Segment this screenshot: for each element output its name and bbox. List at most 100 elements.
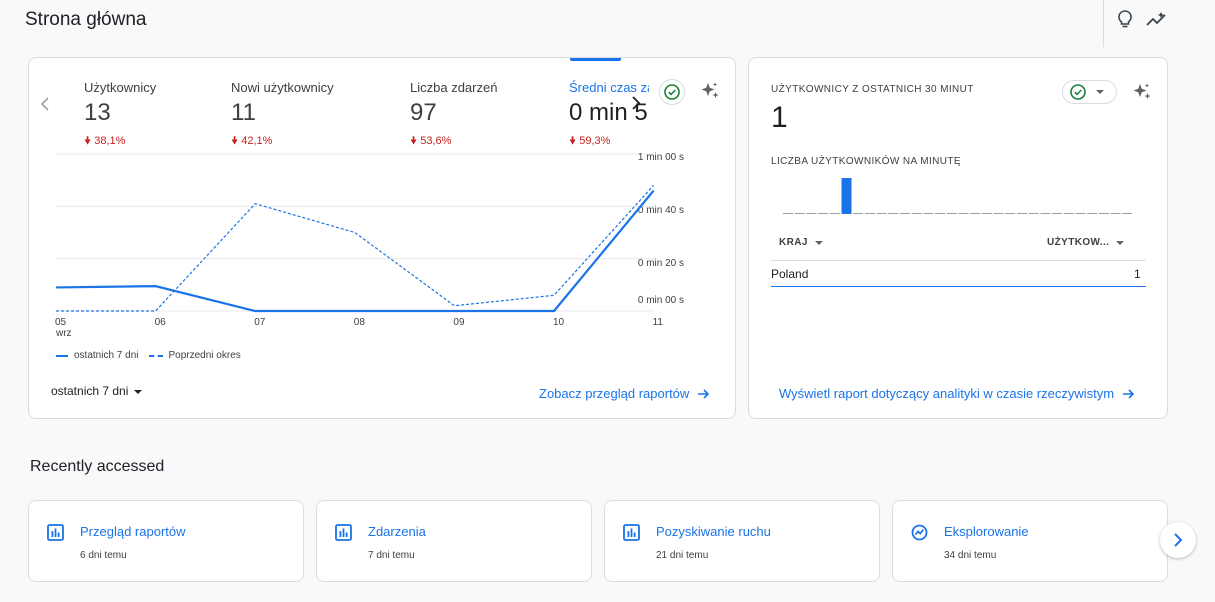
minute-bar [1028, 213, 1039, 214]
recent-item-title: Pozyskiwanie ruchu [656, 524, 771, 539]
realtime-title: UŻYTKOWNICY Z OSTATNICH 30 MINUT [771, 84, 974, 95]
current-period-line [55, 189, 655, 313]
x-tick-sublabel: wrz [55, 328, 72, 339]
trending-sparkle-icon[interactable] [1146, 8, 1168, 30]
minute-bar [911, 213, 922, 214]
minute-bar [1075, 213, 1086, 214]
sparkle-ai-icon[interactable] [1131, 81, 1153, 103]
minute-bar [1005, 213, 1016, 214]
report-chart-icon [47, 524, 64, 541]
country-column-header[interactable]: KRAJ [779, 237, 823, 248]
chevron-right-icon [1174, 533, 1183, 547]
minute-bar [1110, 213, 1121, 214]
view-reports-overview-link[interactable]: Zobacz przegląd raportów [539, 386, 710, 401]
arrow-right-icon [1123, 388, 1135, 399]
table-row-country: Poland [771, 267, 809, 281]
minute-bar [946, 213, 957, 214]
minute-bar [981, 213, 992, 214]
users-per-minute-bar-chart [783, 178, 1133, 214]
recent-item-time: 7 dni temu [368, 550, 415, 561]
users-column-label: UŻYTKOW... [1047, 237, 1110, 248]
caret-down-icon [1096, 90, 1104, 94]
x-tick-label: 11 [653, 317, 664, 328]
recent-item-time: 21 dni temu [656, 550, 709, 561]
overview-card: Użytkownicy 13 🠟 38,1% Nowi użytkownicy … [28, 57, 736, 419]
header-divider [1103, 0, 1104, 47]
x-tick-label: 07 [254, 317, 266, 328]
minute-bar [1063, 213, 1074, 214]
minute-bar [818, 213, 829, 214]
arrow-right-icon [698, 388, 710, 399]
period-dropdown-label: ostatnich 7 dni [51, 384, 129, 398]
minute-bar [900, 213, 910, 214]
view-reports-overview-label: Zobacz przegląd raportów [539, 386, 690, 401]
recent-next-button[interactable] [1160, 522, 1196, 558]
recent-item-traffic-acquisition[interactable]: Pozyskiwanie ruchu 21 dni temu [604, 500, 880, 582]
x-tick-label: 10 [553, 317, 565, 328]
minute-bar [923, 213, 934, 214]
table-row-users: 1 [1134, 267, 1141, 281]
legend-dashed-line [148, 354, 163, 357]
minute-bar [1052, 213, 1063, 214]
legend-previous-label: Poprzedni okres [168, 350, 241, 361]
minute-bar [853, 213, 864, 214]
minute-bar [1040, 213, 1051, 214]
minute-bar [876, 213, 887, 214]
page-title: Strona główna [25, 9, 147, 30]
realtime-per-minute-title: LICZBA UŻYTKOWNIKÓW NA MINUTĘ [771, 156, 961, 167]
minute-bar [1017, 213, 1027, 214]
x-tick-label: 05 [55, 317, 67, 328]
realtime-quality-dropdown[interactable] [1062, 80, 1117, 104]
x-tick-label: 06 [155, 317, 167, 328]
recent-item-time: 34 dni temu [944, 550, 997, 561]
minute-bar [1122, 213, 1133, 214]
caret-down-icon [1116, 240, 1125, 245]
y-tick-label: 0 min 40 s [638, 205, 684, 216]
minute-bar [864, 213, 875, 214]
y-tick-label: 1 min 00 s [638, 152, 684, 163]
x-tick-label: 08 [354, 317, 366, 328]
recent-item-title: Eksplorowanie [944, 524, 1029, 539]
recent-item-title: Zdarzenia [368, 524, 426, 539]
realtime-card: UŻYTKOWNICY Z OSTATNICH 30 MINUT 1 LICZB… [748, 57, 1168, 419]
recent-item-title: Przegląd raportów [80, 524, 186, 539]
minute-bar [806, 213, 817, 214]
insights-lightbulb-icon[interactable] [1114, 8, 1136, 30]
recent-item-events[interactable]: Zdarzenia 7 dni temu [316, 500, 592, 582]
table-row-bar [771, 286, 1146, 287]
table-header-divider [771, 260, 1146, 261]
country-column-label: KRAJ [779, 237, 808, 248]
check-circle-icon [1070, 84, 1086, 100]
minute-bar [888, 213, 899, 214]
minute-bar [841, 178, 852, 214]
minute-bar [829, 213, 840, 214]
users-column-header[interactable]: UŻYTKOW... [1047, 237, 1125, 248]
explore-icon [911, 524, 928, 541]
minute-bar [783, 213, 793, 214]
recent-item-time: 6 dni temu [80, 550, 127, 561]
overview-line-chart: 0 min 00 s 0 min 20 s 0 min 40 s 1 min 00 s… [55, 152, 684, 339]
minute-bar [794, 213, 805, 214]
minute-bar [970, 213, 981, 214]
report-chart-icon [623, 524, 640, 541]
minute-bar [935, 213, 946, 214]
y-tick-label: 0 min 00 s [638, 295, 684, 306]
caret-down-icon [814, 240, 823, 245]
minute-bar [1098, 213, 1109, 214]
view-realtime-report-label: Wyświetl raport dotyczący analityki w cz… [779, 386, 1115, 401]
report-chart-icon [335, 524, 352, 541]
recent-item-reports-overview[interactable]: Przegląd raportów 6 dni temu [28, 500, 304, 582]
minute-bar [958, 213, 969, 214]
recent-item-explore[interactable]: Eksplorowanie 34 dni temu [892, 500, 1168, 582]
view-realtime-report-link[interactable]: Wyświetl raport dotyczący analityki w cz… [779, 386, 1135, 401]
legend-solid-line [56, 354, 68, 357]
minute-bar [1087, 213, 1098, 214]
period-dropdown[interactable]: ostatnich 7 dni [51, 384, 143, 398]
recently-accessed-title: Recently accessed [30, 458, 165, 475]
previous-period-line [56, 184, 655, 312]
chart-legend: ostatnich 7 dni Poprzedni okres [56, 350, 241, 361]
x-tick-label: 09 [453, 317, 465, 328]
legend-current-label: ostatnich 7 dni [74, 350, 139, 361]
minute-bar [993, 213, 1004, 214]
realtime-users-value: 1 [771, 101, 788, 134]
